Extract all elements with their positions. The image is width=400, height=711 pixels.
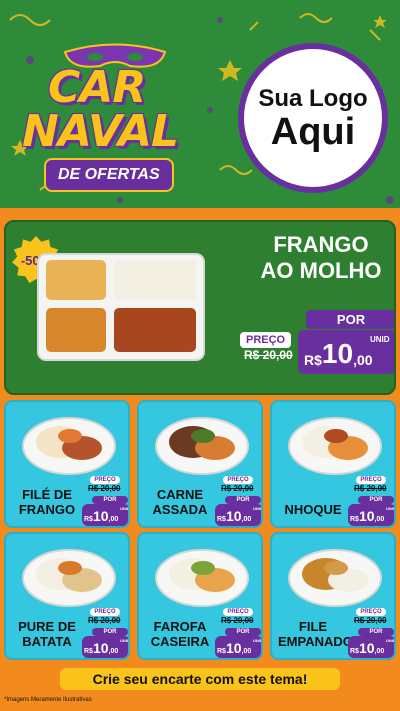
logo-text-line2: Aqui: [270, 111, 356, 153]
old-price: R$ 20,00: [88, 616, 121, 625]
unit-label: UNID: [120, 638, 130, 643]
price-integer: 10: [225, 640, 242, 656]
price-integer: 10: [92, 640, 109, 656]
food-image: [22, 417, 116, 475]
currency: R$: [217, 516, 226, 523]
create-flyer-button[interactable]: Crie seu encarte com este tema!: [60, 668, 340, 690]
food-image: [22, 549, 116, 607]
currency: R$: [350, 648, 359, 655]
por-label: POR: [225, 496, 261, 504]
price-decimal: ,00: [374, 648, 385, 655]
product-price: PREÇO R$ 20,00 POR R$ 10,00 UNID: [82, 608, 130, 658]
old-price: R$ 20,00: [221, 484, 254, 493]
price-decimal: ,00: [108, 648, 119, 655]
currency: R$: [84, 648, 93, 655]
price-integer: 10: [358, 508, 375, 524]
product-card[interactable]: PURE DE BATATA PREÇO R$ 20,00 POR R$ 10,00 UN…: [4, 532, 130, 660]
preco-label: PREÇO: [356, 476, 386, 484]
preco-label: PREÇO: [223, 608, 253, 616]
food-image: [155, 549, 249, 607]
product-name: FILÉ DE FRANGO: [18, 487, 76, 518]
food-tray-image: [37, 253, 205, 361]
featured-offer[interactable]: -50% FRANGO AO MOLHO PREÇO R$ 20,00 POR …: [4, 220, 396, 395]
disclaimer: *Imagens Meramente Ilustrativas: [4, 697, 92, 703]
product-name: FAROFA CASEIRA: [150, 619, 210, 650]
currency: R$: [217, 648, 226, 655]
preco-label: PREÇO: [240, 332, 292, 348]
price-decimal: ,00: [353, 352, 373, 368]
product-name: PURE DE BATATA: [18, 619, 76, 650]
product-price: PREÇO R$ 20,00 POR R$ 10,00 UNID: [82, 476, 130, 526]
logo-text-line1: Sua Logo: [258, 85, 368, 112]
product-price: PREÇO R$ 20,00 POR R$ 10,00 UNID: [348, 608, 396, 658]
unit-label: UNID: [370, 335, 390, 344]
currency: R$: [350, 516, 359, 523]
por-label: POR: [358, 628, 394, 636]
product-name: NHOQUE: [284, 502, 342, 518]
price-integer: 10: [321, 338, 354, 369]
price-integer: 10: [225, 508, 242, 524]
por-label: POR: [92, 628, 128, 636]
preco-label: PREÇO: [356, 608, 386, 616]
featured-title: FRANGO AO MOLHO: [246, 232, 394, 285]
logo-placeholder[interactable]: Sua Logo Aqui: [238, 43, 388, 193]
product-card[interactable]: FAROFA CASEIRA PREÇO R$ 20,00 POR R$ 10,00 UN…: [137, 532, 263, 660]
old-price: R$ 20,00: [244, 348, 293, 362]
unit-label: UNID: [120, 506, 130, 511]
preco-label: PREÇO: [90, 608, 120, 616]
product-price: PREÇO R$ 20,00 POR R$ 10,00 UNID: [348, 476, 396, 526]
product-card[interactable]: FILÉ DE FRANGO PREÇO R$ 20,00 POR R$ 10,00 UN…: [4, 400, 130, 528]
carnaval-logo: CAR NAVAL DE OFERTAS: [10, 20, 220, 195]
price-integer: 10: [358, 640, 375, 656]
product-card[interactable]: NHOQUE PREÇO R$ 20,00 POR R$ 10,00 UNID: [270, 400, 396, 528]
product-card[interactable]: CARNE ASSADA PREÇO R$ 20,00 POR R$ 10,00 UNID: [137, 400, 263, 528]
price-decimal: ,00: [241, 516, 252, 523]
preco-label: PREÇO: [90, 476, 120, 484]
featured-price: PREÇO R$ 20,00 POR R$ 10,00 UNID: [240, 310, 394, 380]
product-name: CARNE ASSADA: [152, 487, 208, 518]
brand-title-line2: NAVAL: [22, 106, 179, 157]
preco-label: PREÇO: [223, 476, 253, 484]
price-integer: 10: [92, 508, 109, 524]
product-card[interactable]: FILE EMPANADO PREÇO R$ 20,00 POR R$ 10,00 UNI…: [270, 532, 396, 660]
currency: R$: [304, 352, 322, 368]
old-price: R$ 20,00: [354, 616, 387, 625]
unit-label: UNID: [386, 638, 396, 643]
product-price: PREÇO R$ 20,00 POR R$ 10,00 UNID: [215, 476, 263, 526]
price-decimal: ,00: [108, 516, 119, 523]
brand-tagline: DE OFERTAS: [44, 158, 174, 192]
old-price: R$ 20,00: [221, 616, 254, 625]
por-label: POR: [225, 628, 261, 636]
por-label: POR: [306, 310, 394, 329]
product-name: FILE EMPANADO: [278, 619, 353, 650]
price-decimal: ,00: [374, 516, 385, 523]
old-price: R$ 20,00: [88, 484, 121, 493]
featured-title-line2: AO MOLHO: [260, 258, 382, 284]
carnaval-header: CAR NAVAL DE OFERTAS Sua Logo Aqui: [0, 0, 400, 208]
unit-label: UNID: [386, 506, 396, 511]
currency: R$: [84, 516, 93, 523]
por-label: POR: [358, 496, 394, 504]
por-label: POR: [92, 496, 128, 504]
food-image: [288, 417, 382, 475]
unit-label: UNID: [253, 638, 263, 643]
old-price: R$ 20,00: [354, 484, 387, 493]
product-price: PREÇO R$ 20,00 POR R$ 10,00 UNID: [215, 608, 263, 658]
food-image: [288, 549, 382, 607]
food-image: [155, 417, 249, 475]
unit-label: UNID: [253, 506, 263, 511]
featured-title-line1: FRANGO: [273, 232, 369, 257]
price-decimal: ,00: [241, 648, 252, 655]
